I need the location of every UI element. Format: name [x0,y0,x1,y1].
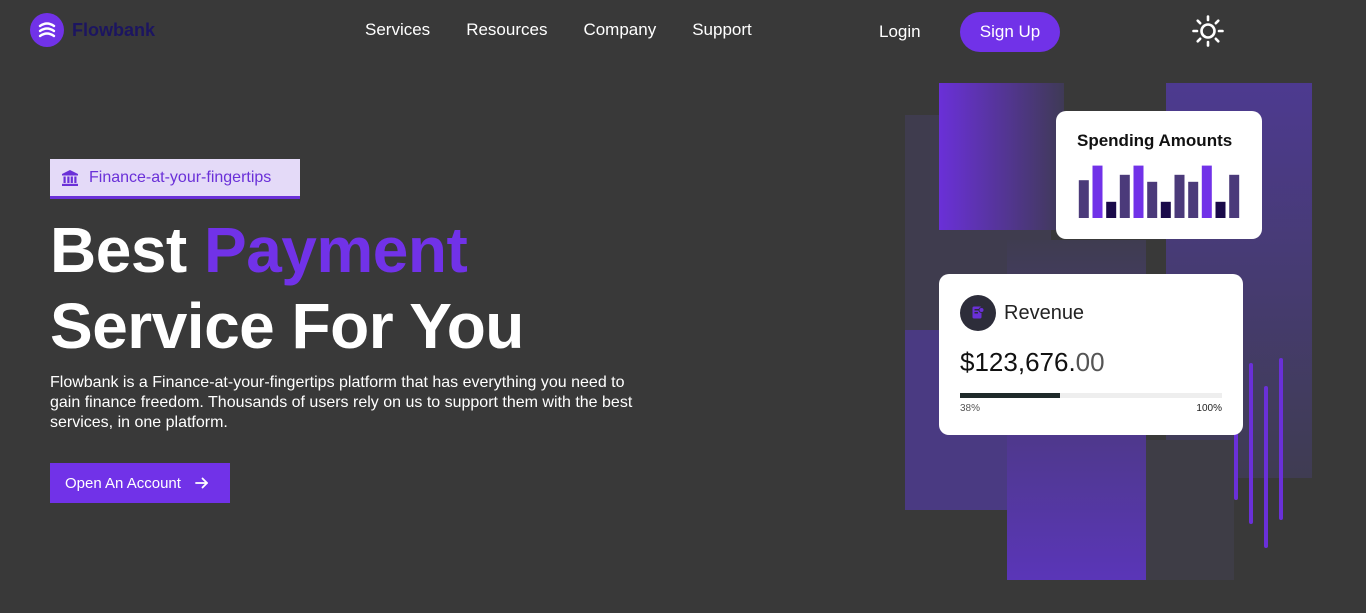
spending-bar [1201,165,1212,218]
receipt-icon [960,295,996,331]
revenue-amount-main: $123,676. [960,347,1076,377]
revenue-title: Revenue [1004,302,1085,324]
revenue-amount-cents: 00 [1075,347,1105,377]
spending-bar [1160,201,1171,218]
revenue-progress-bar [960,393,1222,398]
spending-bar [1147,181,1158,218]
progress-max-label: 100% [1196,403,1222,414]
spending-card: Spending Amounts [1056,111,1262,239]
spending-bar [1174,174,1185,218]
revenue-progress-fill [960,393,1060,398]
progress-min-label: 38% [960,403,981,414]
spending-bar [1078,180,1089,218]
spending-bar [1215,201,1226,218]
spending-bar [1106,201,1117,218]
spending-bar [1133,165,1144,218]
spending-bar [1229,174,1240,218]
spending-bar [1119,174,1130,218]
spending-bar [1188,181,1199,218]
spending-title: Spending Amounts [1077,131,1233,150]
spending-bar-chart [1078,165,1240,218]
revenue-card: Revenue $123,676.00 38% 100% [939,274,1243,435]
spending-bar [1092,165,1103,218]
revenue-amount: $123,676.00 [960,347,1105,378]
